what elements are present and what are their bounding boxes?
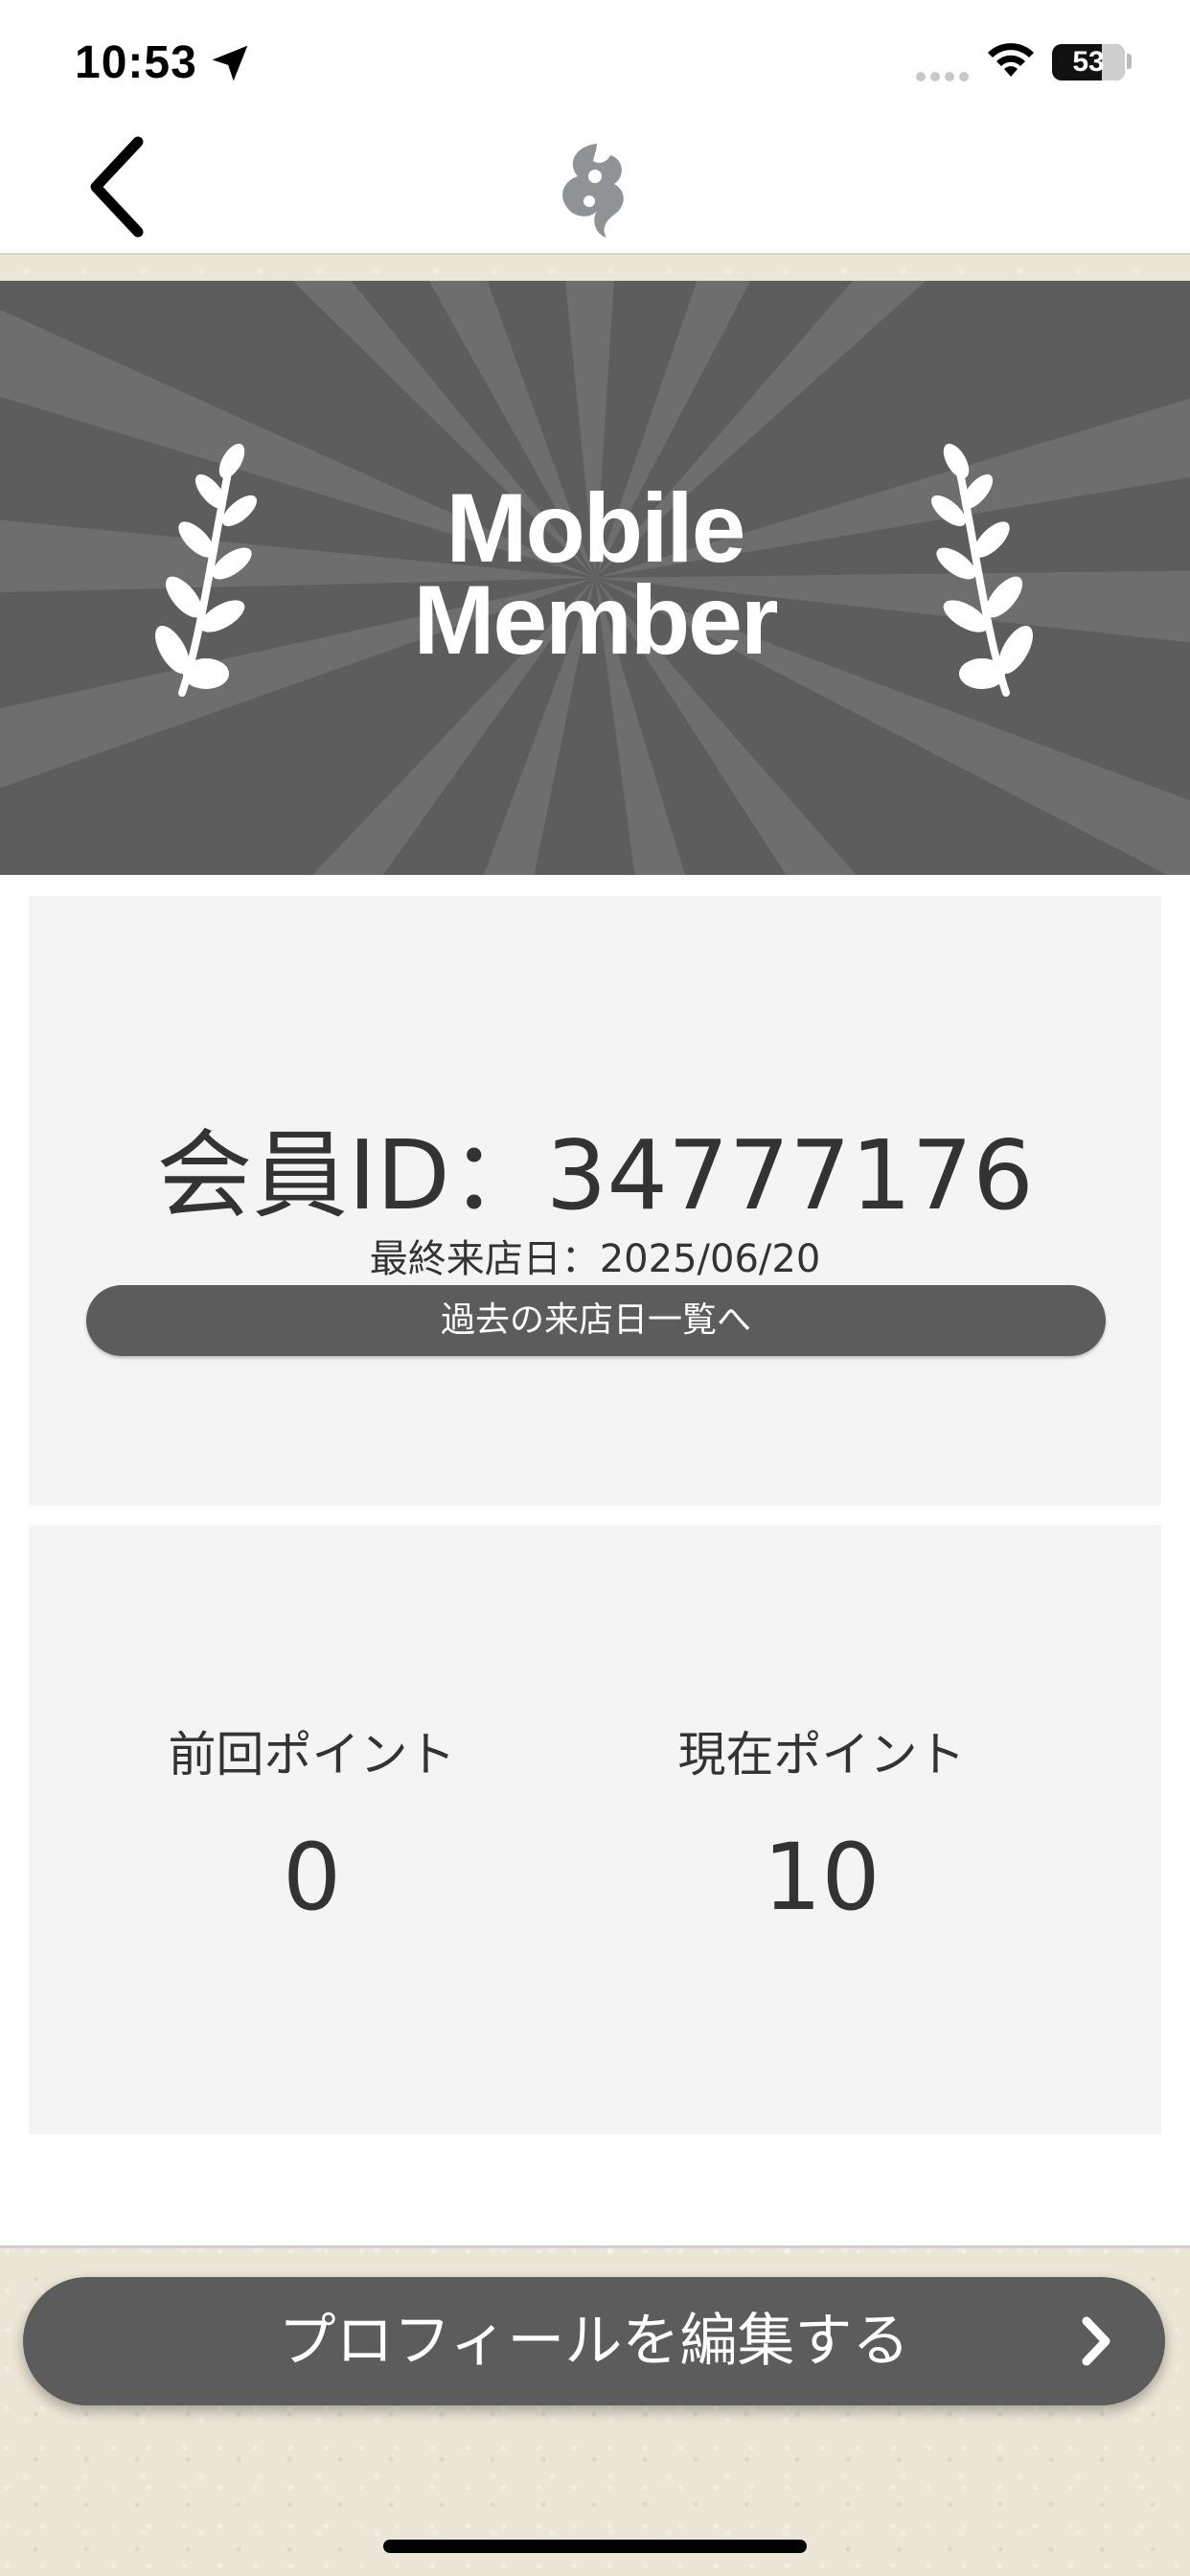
wifi-icon <box>988 43 1034 77</box>
nav-bar <box>0 125 1190 255</box>
current-points: 現在ポイント 10 <box>538 1716 1105 1931</box>
edit-profile-button[interactable]: プロフィールを編集する <box>23 2277 1165 2405</box>
status-time: 10:53 <box>75 37 197 88</box>
points-card: 前回ポイント 0 現在ポイント 10 <box>29 1525 1161 2134</box>
banner-title: Mobile Member <box>0 473 1190 675</box>
member-id: 会員ID：34777176 <box>156 1119 1034 1231</box>
content-area: 会員ID：34777176 最終来店日：2025/06/20 過去の来店日一覧へ… <box>0 875 1190 2248</box>
current-points-value: 10 <box>763 1824 881 1931</box>
member-banner: Mobile Member <box>0 281 1190 875</box>
battery-level: 53 <box>1072 46 1105 78</box>
previous-points-label: 前回ポイント <box>168 1727 456 1782</box>
battery-tip <box>1127 54 1132 69</box>
cellular-signal-icon <box>916 67 973 85</box>
current-points-label: 現在ポイント <box>677 1727 966 1782</box>
previous-points-value: 0 <box>282 1824 342 1931</box>
banner-title-line1: Mobile <box>446 473 746 583</box>
back-button[interactable] <box>77 134 163 240</box>
edit-profile-label: プロフィールを編集する <box>278 2308 910 2375</box>
location-arrow-icon <box>212 45 248 81</box>
visit-history-button[interactable]: 過去の来店日一覧へ <box>86 1285 1106 1356</box>
last-visit-date: 最終来店日：2025/06/20 <box>369 1237 821 1281</box>
chevron-right-icon <box>1082 2316 1110 2366</box>
member-card: 会員ID：34777176 最終来店日：2025/06/20 過去の来店日一覧へ <box>29 896 1161 1506</box>
banner-title-line2: Member <box>413 565 778 675</box>
status-bar: 10:53 53 <box>0 0 1190 125</box>
flame-logo-icon <box>562 144 624 238</box>
previous-points: 前回ポイント 0 <box>29 1716 595 1931</box>
battery-icon: 53 <box>1052 44 1125 80</box>
home-indicator <box>383 2540 807 2553</box>
